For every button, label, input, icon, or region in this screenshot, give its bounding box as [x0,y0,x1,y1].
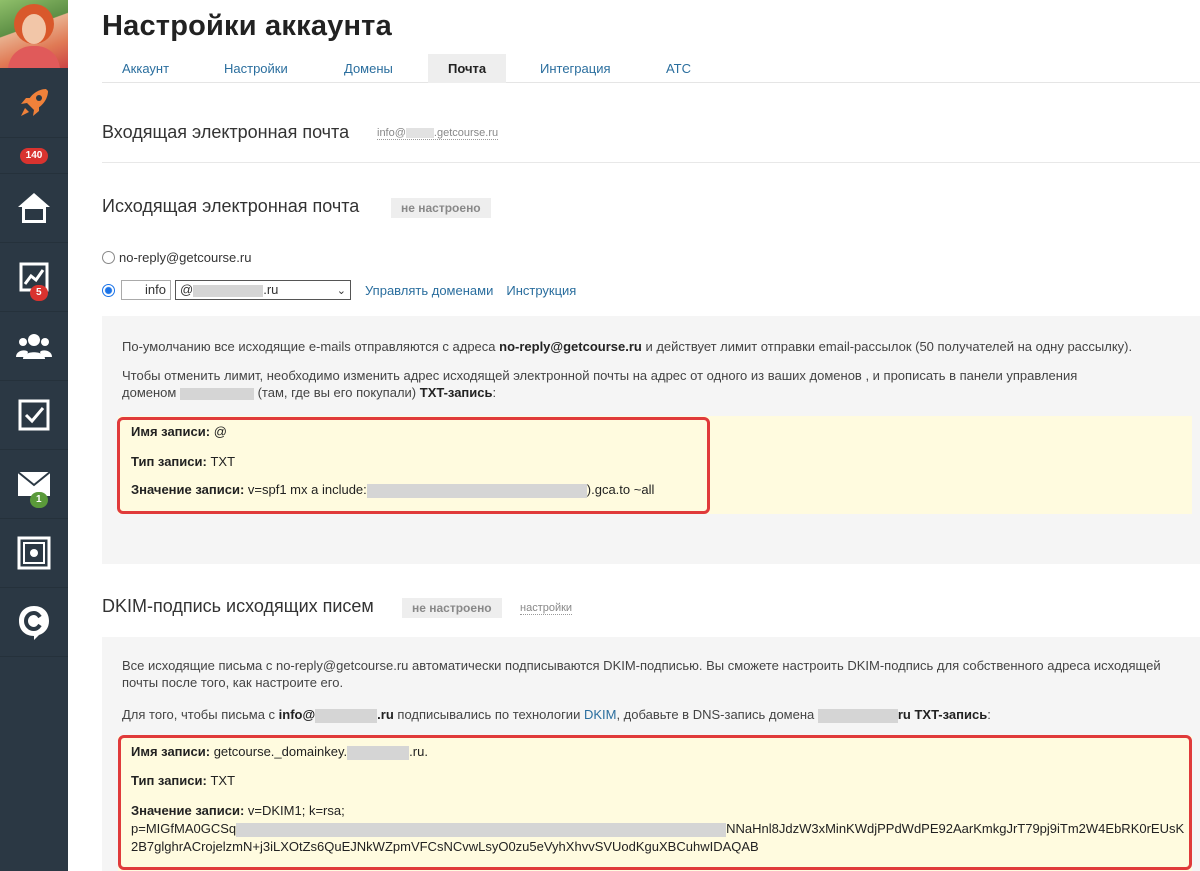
outgoing-info-box: По-умолчанию все исходящие e-mails отпра… [102,316,1200,564]
tab-account[interactable]: Аккаунт [102,54,189,83]
spf-record-type: Тип записи: TXT [131,454,236,469]
radio-custom-button[interactable] [102,283,115,297]
instruction-link[interactable]: Инструкция [506,283,576,298]
getcourse-logo-icon [19,606,49,640]
users-icon [16,334,52,359]
tab-domains[interactable]: Домены [324,54,413,83]
analytics-badge: 5 [30,285,48,301]
local-part-input[interactable]: info [121,280,171,300]
spf-record-name: Имя записи: @ [131,424,227,439]
dkim-info-box: Все исходящие письма с no-reply@getcours… [102,637,1200,871]
page-title: Настройки аккаунта [102,10,392,42]
sidebar: 140 5 1 [0,0,68,871]
dkim-record-type: Тип записи: TXT [131,773,236,788]
custom-sender-row: info @ .ru ⌄ Управлять доменами Инструкци… [102,280,576,300]
dkim-title: DKIM-подпись исходящих писем [102,596,374,616]
outgoing-mail-title: Исходящая электронная почта [102,196,360,216]
incoming-mail-address[interactable]: info@ .getcourse.ru [377,127,499,140]
rocket-icon [21,88,48,116]
chevron-down-icon: ⌄ [336,285,346,297]
tab-bar: Аккаунт Настройки Домены Почта Интеграци… [102,54,1200,83]
outgoing-info-p2: Чтобы отменить лимит, необходимо изменит… [122,368,1078,400]
incoming-mail-title: Входящая электронная почта [102,122,350,142]
sidebar-item-launch[interactable] [0,68,68,138]
dkim-record-name: Имя записи: getcourse._domainkey. .ru. [131,744,428,760]
outgoing-status-badge: не настроено [391,198,491,218]
tab-mail[interactable]: Почта [428,54,507,83]
outgoing-info-p1: По-умолчанию все исходящие e-mails отпра… [122,339,1133,354]
safe-icon [17,536,51,570]
divider [102,162,1200,163]
dkim-record-value: Значение записи: v=DKIM1; k=rsa; p=MIGfMA… [131,803,1185,854]
notification-badge: 140 [19,147,49,164]
dkim-info-p2: Для того, чтобы письма с info@ .ru подпис… [122,707,991,723]
sidebar-item-getcourse[interactable] [0,588,68,657]
home-icon [18,193,50,223]
sidebar-item-users[interactable] [0,312,68,381]
tab-settings[interactable]: Настройки [204,54,308,83]
dkim-info-p1: Все исходящие письма с no-reply@getcours… [122,658,1161,690]
mail-badge: 1 [30,492,48,508]
radio-noreply-button[interactable] [102,251,115,264]
radio-noreply[interactable]: no-reply@getcourse.ru [102,250,251,265]
radio-noreply-label: no-reply@getcourse.ru [119,250,252,265]
avatar[interactable] [0,0,68,68]
sidebar-item-mail[interactable]: 1 [0,450,68,519]
sidebar-counter[interactable]: 140 [0,138,68,174]
sidebar-item-home[interactable] [0,174,68,243]
spf-record-value: Значение записи: v=spf1 mx a include:).g… [131,482,655,498]
tab-ats[interactable]: АТС [646,54,711,83]
domain-select[interactable]: @ .ru ⌄ [175,280,351,300]
tab-integration[interactable]: Интеграция [520,54,631,83]
sidebar-item-tasks[interactable] [0,381,68,450]
checkbox-icon [18,399,50,431]
dkim-settings-link[interactable]: настройки [520,602,573,615]
sidebar-item-settings[interactable] [0,519,68,588]
dkim-link[interactable]: DKIM [584,707,617,722]
sidebar-item-analytics[interactable]: 5 [0,243,68,312]
manage-domains-link[interactable]: Управлять доменами [365,283,493,298]
dkim-status-badge: не настроено [402,598,502,618]
